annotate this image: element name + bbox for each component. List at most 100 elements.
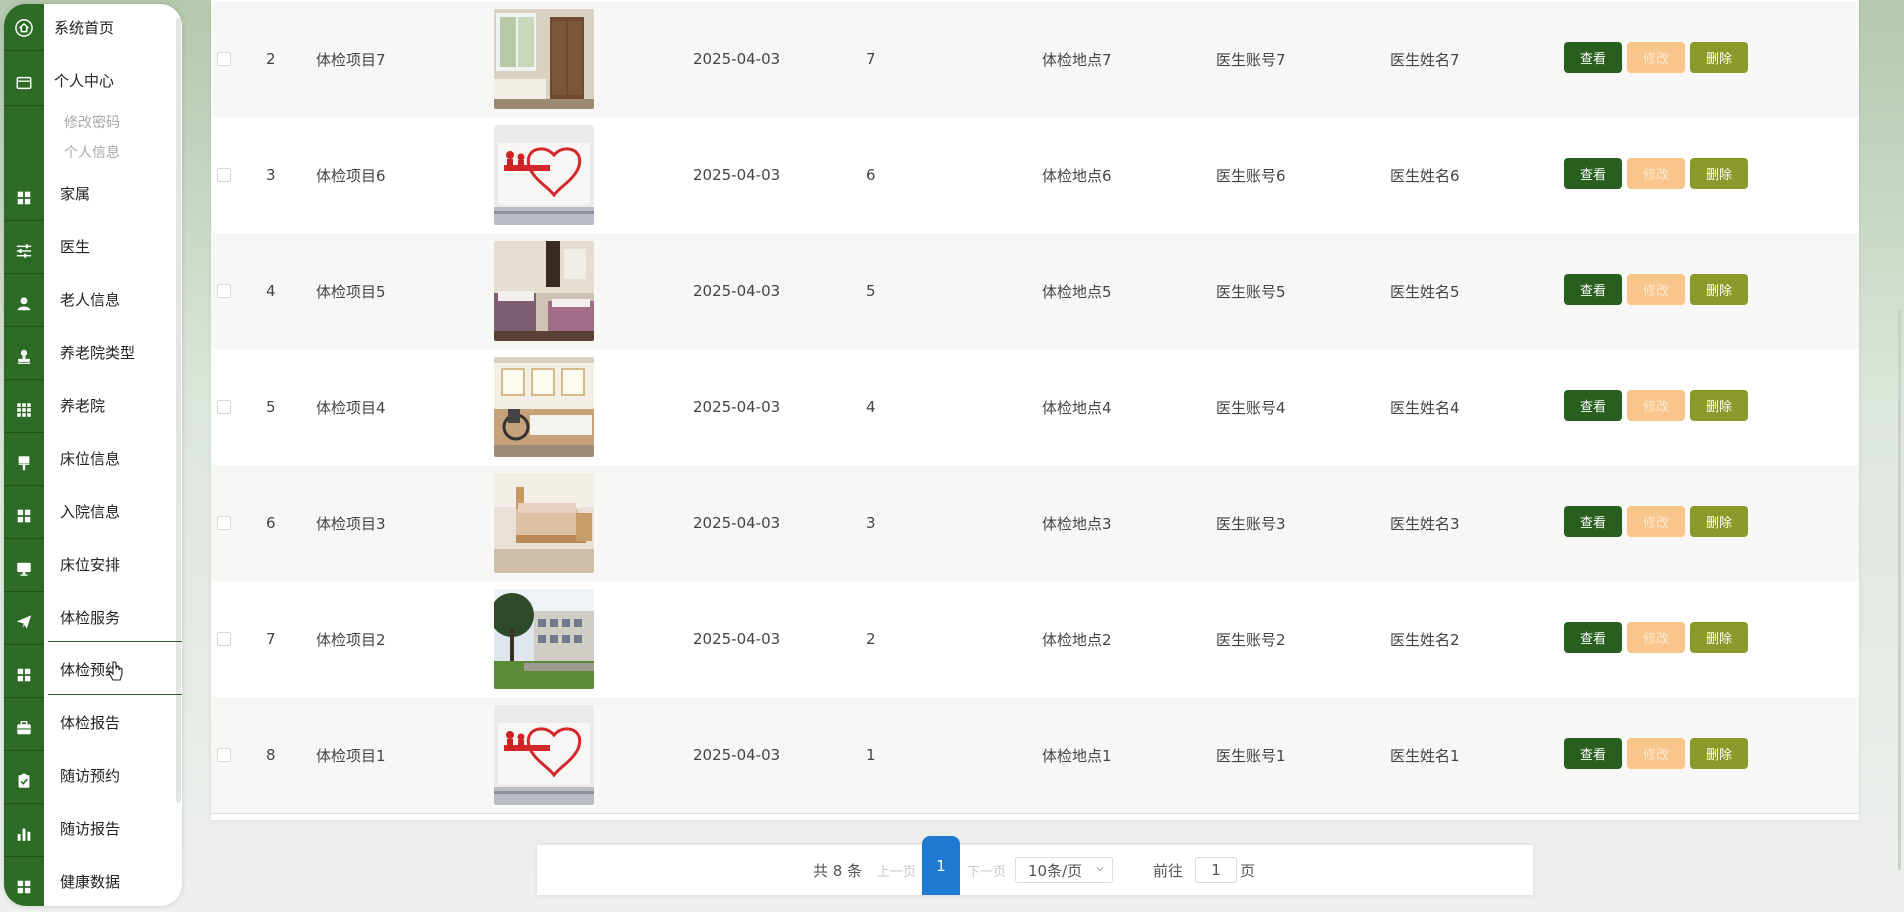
sliders-icon (4, 229, 44, 274)
sidebar-subitem-0[interactable]: 修改密码 (64, 110, 120, 134)
row-index: 6 (266, 514, 276, 532)
page-scrollbar[interactable] (1898, 310, 1901, 870)
delete-button[interactable]: 删除 (1690, 42, 1748, 73)
sidebar-item-2[interactable]: 家属 (60, 181, 90, 205)
row-doctor-name: 医生姓名4 (1390, 398, 1460, 417)
row-doctor-account: 医生账号4 (1216, 398, 1286, 417)
sidebar-item-3[interactable]: 医生 (60, 234, 90, 258)
current-page-button[interactable]: 1 (922, 836, 960, 895)
view-button[interactable]: 查看 (1564, 390, 1622, 421)
row-checkbox[interactable] (217, 349, 231, 465)
row-count: 4 (866, 398, 876, 416)
row-location: 体检地点5 (1042, 282, 1112, 301)
row-checkbox[interactable] (217, 581, 231, 697)
row-date: 2025-04-03 (693, 514, 781, 532)
row-doctor-name: 医生姓名1 (1390, 746, 1460, 765)
sidebar-item-1[interactable]: 个人中心 (54, 68, 114, 92)
prev-page-button[interactable]: 上一页 (877, 845, 916, 895)
view-button[interactable]: 查看 (1564, 274, 1622, 305)
home-icon (4, 6, 44, 51)
sidebar-item-14[interactable]: 随访报告 (60, 816, 120, 840)
sidebar-subitem-1[interactable]: 个人信息 (64, 140, 120, 164)
sidebar-item-9[interactable]: 床位安排 (60, 552, 120, 576)
edit-button[interactable]: 修改 (1627, 158, 1685, 189)
sidebar-item-10[interactable]: 体检服务 (60, 605, 120, 629)
row-image (494, 697, 594, 813)
row-location: 体检地点7 (1042, 50, 1112, 69)
row-count: 2 (866, 630, 876, 648)
table-row: 5 体检项目4 2025-04-03 4 体检地点4 医生账号4 医生姓名4 查看 修改 删除 (211, 349, 1859, 466)
briefcase-icon (4, 706, 44, 751)
sidebar-item-12[interactable]: 体检报告 (60, 710, 120, 734)
delete-button[interactable]: 删除 (1690, 506, 1748, 537)
delete-button[interactable]: 删除 (1690, 274, 1748, 305)
send-icon (4, 600, 44, 645)
edit-button[interactable]: 修改 (1627, 506, 1685, 537)
delete-button[interactable]: 删除 (1690, 622, 1748, 653)
goto-page-input[interactable] (1195, 857, 1237, 883)
row-checkbox[interactable] (217, 1, 231, 117)
row-doctor-name: 医生姓名5 (1390, 282, 1460, 301)
table-row: 6 体检项目3 2025-04-03 3 体检地点3 医生账号3 医生姓名3 查看 修改 删除 (211, 465, 1859, 582)
row-location: 体检地点4 (1042, 398, 1112, 417)
row-doctor-account: 医生账号5 (1216, 282, 1286, 301)
row-date: 2025-04-03 (693, 630, 781, 648)
row-item-name: 体检项目3 (316, 514, 386, 533)
view-button[interactable]: 查看 (1564, 622, 1622, 653)
row-date: 2025-04-03 (693, 166, 781, 184)
edit-button[interactable]: 修改 (1627, 738, 1685, 769)
row-checkbox[interactable] (217, 697, 231, 813)
grid-icon (4, 176, 44, 221)
pagination-total: 共 8 条 (813, 861, 863, 880)
row-doctor-account: 医生账号7 (1216, 50, 1286, 69)
row-doctor-name: 医生姓名6 (1390, 166, 1460, 185)
goto-label: 前往 (1153, 861, 1184, 880)
edit-button[interactable]: 修改 (1627, 274, 1685, 305)
view-button[interactable]: 查看 (1564, 42, 1622, 73)
table-row: 7 体检项目2 2025-04-03 2 体检地点2 医生账号2 医生姓名2 查看 修改 删除 (211, 581, 1859, 698)
row-index: 2 (266, 50, 276, 68)
row-checkbox[interactable] (217, 117, 231, 233)
row-image (494, 465, 594, 581)
row-image (494, 349, 594, 465)
row-checkbox[interactable] (217, 465, 231, 581)
view-button[interactable]: 查看 (1564, 158, 1622, 189)
row-count: 6 (866, 166, 876, 184)
page-size-select[interactable]: 10条/页 (1015, 857, 1113, 883)
clipboard-check-icon (4, 759, 44, 804)
row-image (494, 117, 594, 233)
view-button[interactable]: 查看 (1564, 738, 1622, 769)
table-row: 4 体检项目5 2025-04-03 5 体检地点5 医生账号5 医生姓名5 查看 修改 删除 (211, 233, 1859, 350)
bar-chart-icon (4, 812, 44, 857)
edit-button[interactable]: 修改 (1627, 390, 1685, 421)
sidebar-item-7[interactable]: 床位信息 (60, 446, 120, 470)
row-date: 2025-04-03 (693, 282, 781, 300)
row-date: 2025-04-03 (693, 746, 781, 764)
sidebar-item-15[interactable]: 健康数据 (60, 869, 120, 893)
next-page-button[interactable]: 下一页 (967, 845, 1006, 895)
sidebar-item-0[interactable]: 系统首页 (54, 15, 114, 39)
row-index: 7 (266, 630, 276, 648)
row-doctor-account: 医生账号6 (1216, 166, 1286, 185)
row-checkbox[interactable] (217, 233, 231, 349)
row-date: 2025-04-03 (693, 398, 781, 416)
sidebar-item-6[interactable]: 养老院 (60, 393, 105, 417)
sidebar-item-4[interactable]: 老人信息 (60, 287, 120, 311)
data-table: 2 体检项目7 2025-04-03 7 体检地点7 医生账号7 医生姓名7 查看 修改 删除 3 体… (211, 0, 1859, 820)
delete-button[interactable]: 删除 (1690, 158, 1748, 189)
row-index: 5 (266, 398, 276, 416)
monitor-icon (4, 547, 44, 592)
delete-button[interactable]: 删除 (1690, 738, 1748, 769)
edit-button[interactable]: 修改 (1627, 622, 1685, 653)
sidebar-item-5[interactable]: 养老院类型 (60, 340, 135, 364)
edit-button[interactable]: 修改 (1627, 42, 1685, 73)
view-button[interactable]: 查看 (1564, 506, 1622, 537)
row-doctor-account: 医生账号2 (1216, 630, 1286, 649)
delete-button[interactable]: 删除 (1690, 390, 1748, 421)
sidebar-item-8[interactable]: 入院信息 (60, 499, 120, 523)
row-image (494, 233, 594, 349)
row-location: 体检地点6 (1042, 166, 1112, 185)
row-count: 7 (866, 50, 876, 68)
row-count: 1 (866, 746, 876, 764)
sidebar-item-13[interactable]: 随访预约 (60, 763, 120, 787)
